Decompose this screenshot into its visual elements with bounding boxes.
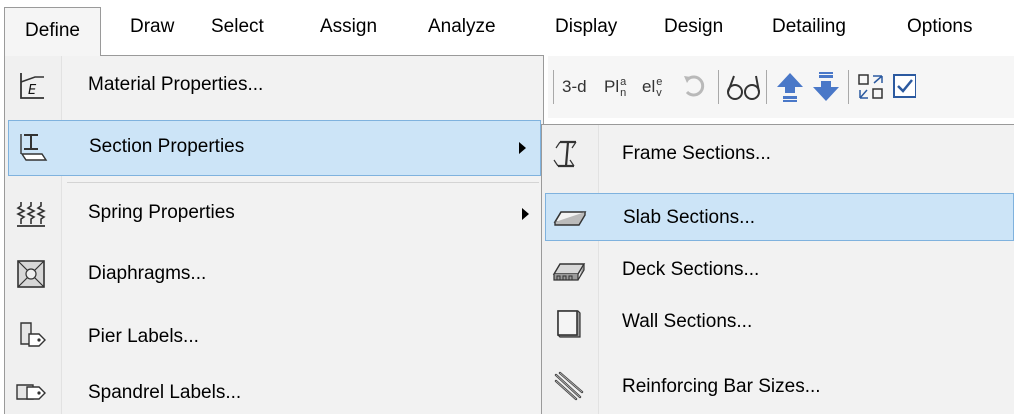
diaphragm-icon <box>15 258 47 290</box>
move-up-icon[interactable] <box>775 71 805 102</box>
submenu-item-label: Wall Sections... <box>622 311 753 332</box>
menu-item-section-properties[interactable]: Section Properties <box>8 120 541 176</box>
submenu-arrow-icon <box>519 142 526 154</box>
section-properties-icon <box>16 132 48 164</box>
move-down-icon[interactable] <box>811 71 841 101</box>
deck-section-icon <box>550 256 586 288</box>
menu-define[interactable]: Define <box>4 7 101 56</box>
submenu-arrow-icon <box>522 208 529 220</box>
submenu-item-slab-sections[interactable]: Slab Sections... <box>545 193 1014 241</box>
menu-divider <box>67 182 539 183</box>
perspective-glasses-icon[interactable] <box>726 72 762 100</box>
menu-item-pier-labels[interactable]: Pier Labels... <box>5 306 543 366</box>
submenu-item-reinforcing-bar-sizes[interactable]: Reinforcing Bar Sizes... <box>542 359 1014 415</box>
define-menu: E Material Properties... Section Propert… <box>4 55 544 414</box>
view-elev-label: el <box>642 77 656 96</box>
menu-draw[interactable]: Draw <box>130 0 174 56</box>
checkbox-icon[interactable] <box>892 72 917 100</box>
menu-item-material-properties[interactable]: E Material Properties... <box>5 56 543 116</box>
rotate-icon[interactable] <box>680 72 708 100</box>
menu-item-label: Spandrel Labels... <box>88 382 242 403</box>
toolbar-separator <box>766 70 767 104</box>
submenu-item-frame-sections[interactable]: Frame Sections... <box>542 125 1014 183</box>
menu-item-label: Section Properties <box>89 136 245 157</box>
menu-analyze[interactable]: Analyze <box>428 0 496 56</box>
pier-labels-icon <box>15 320 47 352</box>
view-elev-sub: v <box>656 86 662 99</box>
view-3d-button[interactable]: 3-d <box>562 73 587 101</box>
submenu-item-wall-sections[interactable]: Wall Sections... <box>542 299 1014 355</box>
menu-item-diaphragms[interactable]: Diaphragms... <box>5 246 543 304</box>
frame-section-icon <box>550 138 586 170</box>
menu-item-spring-properties[interactable]: Spring Properties <box>5 184 543 244</box>
menu-options[interactable]: Options <box>907 0 972 56</box>
rebar-icon <box>550 371 586 403</box>
spring-properties-icon <box>15 198 47 230</box>
wall-section-icon <box>550 307 586 339</box>
view-elevation-button[interactable]: el e v <box>642 73 662 101</box>
menu-item-label: Diaphragms... <box>88 263 207 284</box>
slab-section-icon <box>551 202 587 234</box>
view-plan-button[interactable]: Pl a n <box>604 73 626 101</box>
toolbar-separator <box>718 70 719 104</box>
menu-item-label: Pier Labels... <box>88 326 199 347</box>
menu-detailing[interactable]: Detailing <box>772 0 846 56</box>
zoom-extents-icon[interactable] <box>856 72 886 100</box>
spandrel-labels-icon <box>15 377 47 409</box>
svg-text:E: E <box>28 83 37 98</box>
menu-item-spandrel-labels[interactable]: Spandrel Labels... <box>5 368 543 415</box>
toolbar: 3-d Pl a n el e v <box>548 56 1014 118</box>
view-plan-label: Pl <box>604 77 620 96</box>
submenu-item-label: Deck Sections... <box>622 259 760 280</box>
menu-item-label: Material Properties... <box>88 74 264 95</box>
menu-select[interactable]: Select <box>211 0 264 56</box>
submenu-item-deck-sections[interactable]: Deck Sections... <box>542 247 1014 297</box>
toolbar-separator <box>553 70 554 104</box>
material-properties-icon: E <box>15 70 47 102</box>
submenu-item-label: Frame Sections... <box>622 143 771 164</box>
toolbar-separator <box>848 70 849 104</box>
section-properties-submenu: Frame Sections... Slab Sections... Deck … <box>541 124 1014 414</box>
view-plan-sup: a <box>620 75 627 88</box>
menu-item-label: Spring Properties <box>88 202 235 223</box>
menu-bar: Define Draw Select Assign Analyze Displa… <box>0 0 1014 56</box>
submenu-item-label: Reinforcing Bar Sizes... <box>622 376 821 397</box>
menu-display[interactable]: Display <box>555 0 617 56</box>
menu-assign[interactable]: Assign <box>320 0 377 56</box>
menu-design[interactable]: Design <box>664 0 723 56</box>
view-elev-sup: e <box>656 75 663 88</box>
submenu-item-label: Slab Sections... <box>623 207 756 228</box>
view-plan-sub: n <box>620 86 627 99</box>
